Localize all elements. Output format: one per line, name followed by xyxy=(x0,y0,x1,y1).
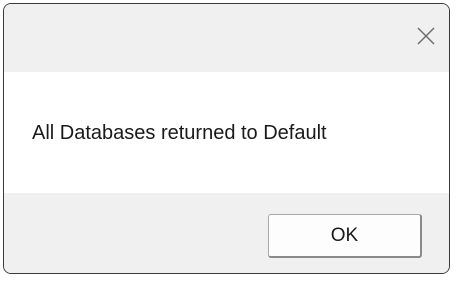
close-icon xyxy=(416,26,436,46)
close-button[interactable] xyxy=(403,4,449,68)
dialog-message: All Databases returned to Default xyxy=(32,122,327,144)
dialog-footer: OK xyxy=(4,193,449,273)
dialog-content: All Databases returned to Default xyxy=(4,72,449,193)
ok-button[interactable]: OK xyxy=(268,214,422,258)
title-bar xyxy=(4,4,449,72)
message-dialog: All Databases returned to Default OK xyxy=(3,3,450,274)
